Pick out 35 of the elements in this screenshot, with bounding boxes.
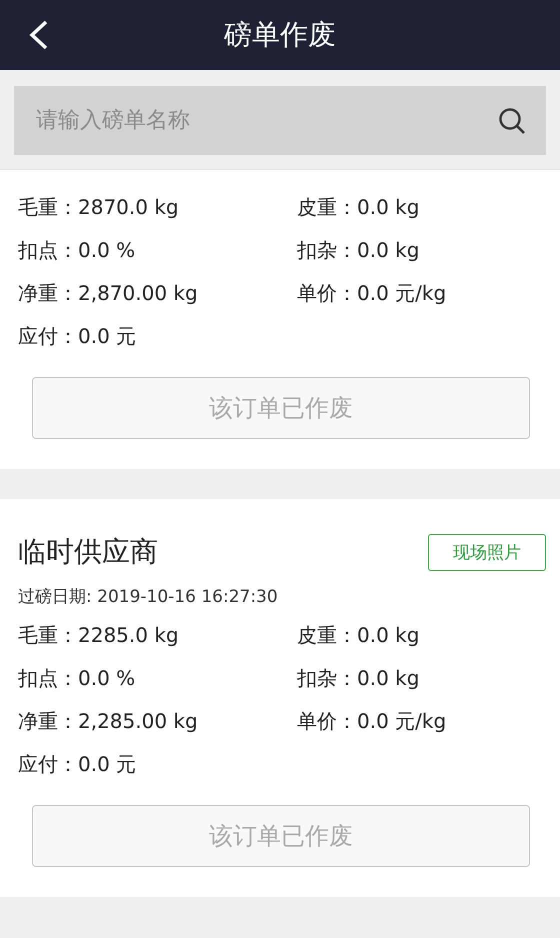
- field-label: 毛重：: [18, 194, 78, 221]
- field-label: 应付：: [18, 751, 78, 778]
- field-value: 0.0 元/kg: [357, 280, 446, 307]
- field-value: 0.0 元: [78, 751, 136, 778]
- field-value: 0.0 元: [78, 323, 136, 350]
- field-value: 2,285.00 kg: [78, 708, 198, 735]
- search-icon[interactable]: [498, 106, 526, 134]
- field-label: 扣点：: [18, 237, 78, 264]
- field-label: 毛重：: [18, 622, 78, 649]
- field-label: 单价：: [297, 708, 357, 735]
- field-label: 皮重：: [297, 194, 357, 221]
- field-value: 2,870.00 kg: [78, 280, 198, 307]
- field-label: 扣点：: [18, 665, 78, 692]
- field-value: 0.0 元/kg: [357, 708, 446, 735]
- field-value: 0.0 %: [78, 237, 136, 264]
- field-value: 0.0 kg: [357, 237, 420, 264]
- field-label: 扣杂：: [297, 665, 357, 692]
- field-value: 2285.0 kg: [78, 622, 179, 649]
- field-value: 0.0 kg: [357, 665, 420, 692]
- field-value: 0.0 kg: [357, 622, 420, 649]
- field-value: 0.0 %: [78, 665, 136, 692]
- field-label: 应付：: [18, 323, 78, 350]
- weigh-date: 过磅日期: 2019-10-16 16:27:30: [17, 586, 279, 609]
- search-field[interactable]: 请输入磅单名称: [14, 86, 546, 155]
- photo-button[interactable]: 现场照片: [428, 534, 546, 570]
- field-label: 扣杂：: [297, 237, 357, 264]
- field-label: 净重：: [18, 708, 78, 735]
- page-title: 磅单作废: [223, 17, 337, 53]
- field-value: 0.0 kg: [357, 194, 420, 221]
- field-label: 皮重：: [297, 622, 357, 649]
- search-field[interactable]: 请输入磅单名称: [34, 107, 498, 134]
- supplier-name: 临时供应商: [18, 534, 158, 570]
- field-label: 单价：: [297, 280, 357, 307]
- field-value: 2870.0 kg: [78, 194, 179, 221]
- field-label: 净重：: [18, 280, 78, 307]
